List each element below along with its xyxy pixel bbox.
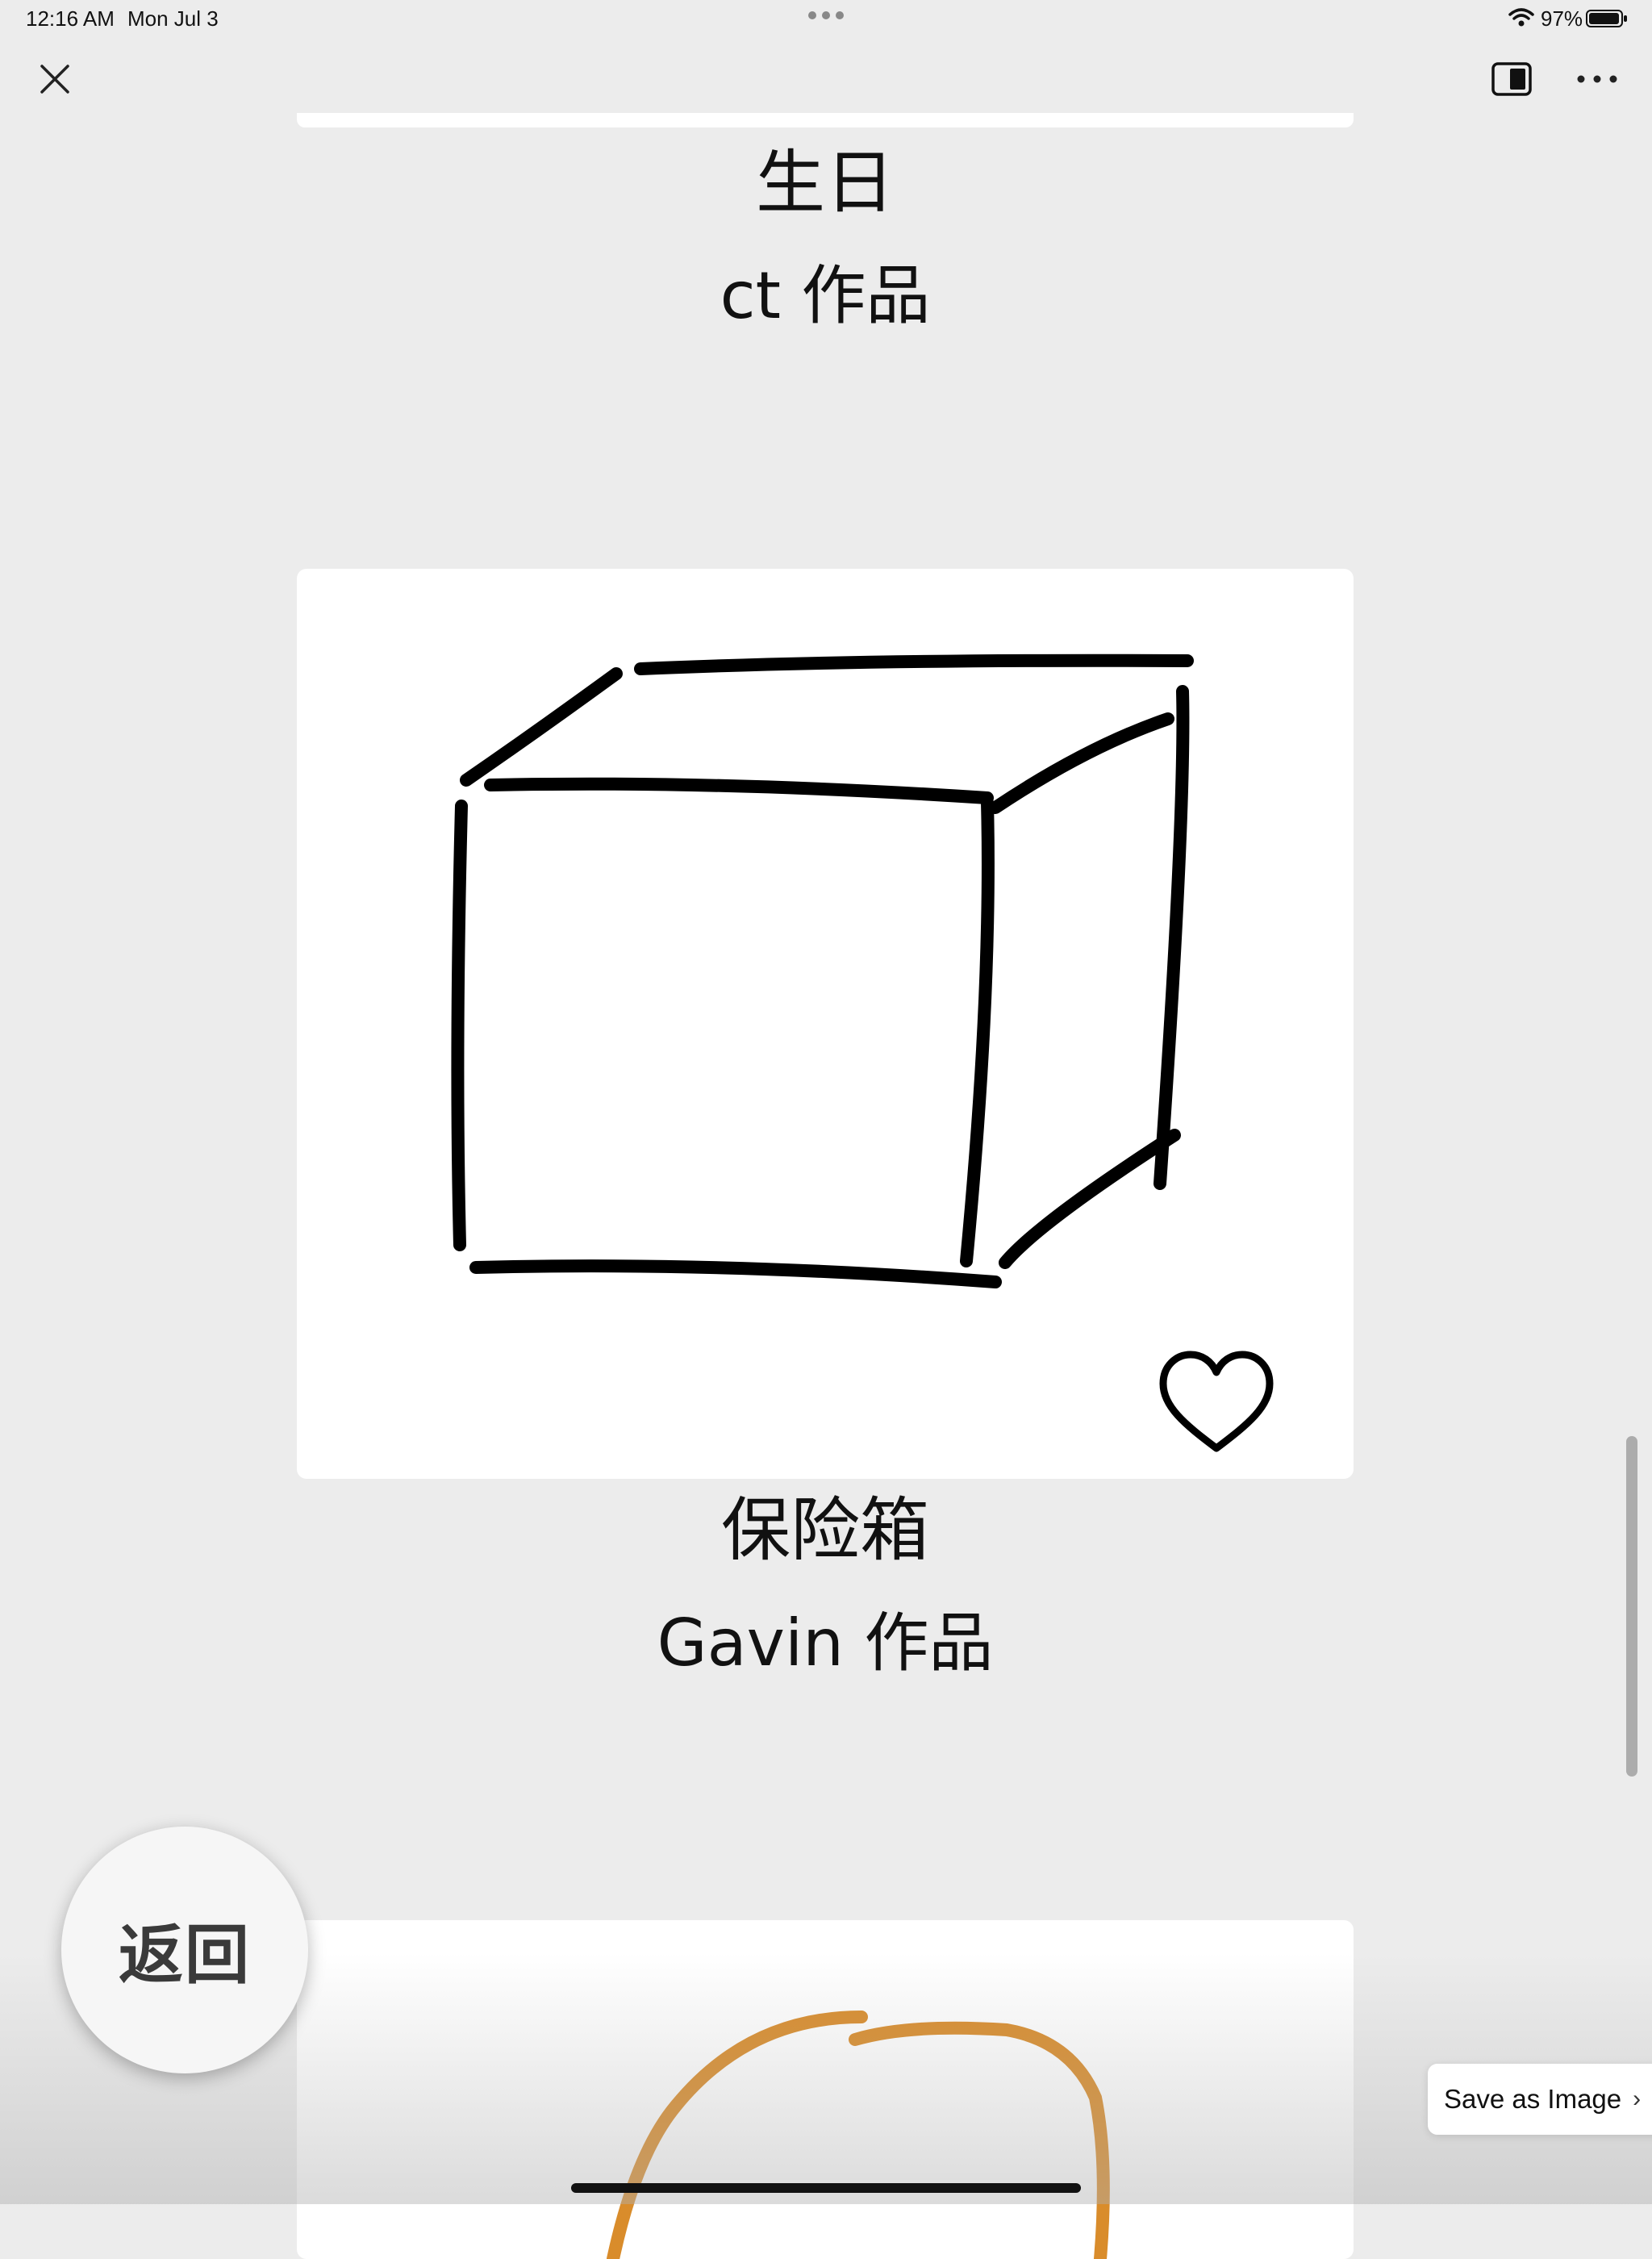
cube-drawing [451,653,1194,1288]
artwork-card[interactable] [297,1920,1354,2259]
orange-drawing [607,2011,1110,2259]
heart-outline-icon[interactable] [1152,1343,1281,1464]
save-as-image-button[interactable]: Save as Image › [1428,2064,1652,2135]
status-bar: 12:16 AM Mon Jul 3 97% [0,0,1652,37]
artwork-card[interactable] [297,569,1354,1479]
chevron-right-icon: › [1633,2086,1642,2112]
artwork-title: 生日 [756,143,895,223]
save-as-image-label: Save as Image [1444,2084,1622,2114]
multitasking-dots-icon[interactable] [807,10,845,21]
status-time: 12:16 AM [26,6,115,31]
artwork-author: ct 作品 [720,258,931,333]
battery-percent: 97% [1541,6,1583,31]
more-horizontal-icon[interactable] [1575,65,1620,94]
artwork-title: 保险箱 [721,1490,929,1571]
artwork-author: Gavin 作品 [657,1606,994,1681]
close-icon[interactable] [32,56,77,102]
home-indicator[interactable] [571,2183,1081,2193]
scrollbar-thumb[interactable] [1626,1436,1637,1777]
artwork-card-previous [297,113,1354,127]
wifi-icon [1508,8,1534,27]
back-button-label: 返回 [119,1918,251,1993]
split-view-icon[interactable] [1491,60,1534,98]
status-date: Mon Jul 3 [127,6,219,31]
battery-icon [1586,10,1627,27]
back-button[interactable]: 返回 [61,1827,308,2073]
